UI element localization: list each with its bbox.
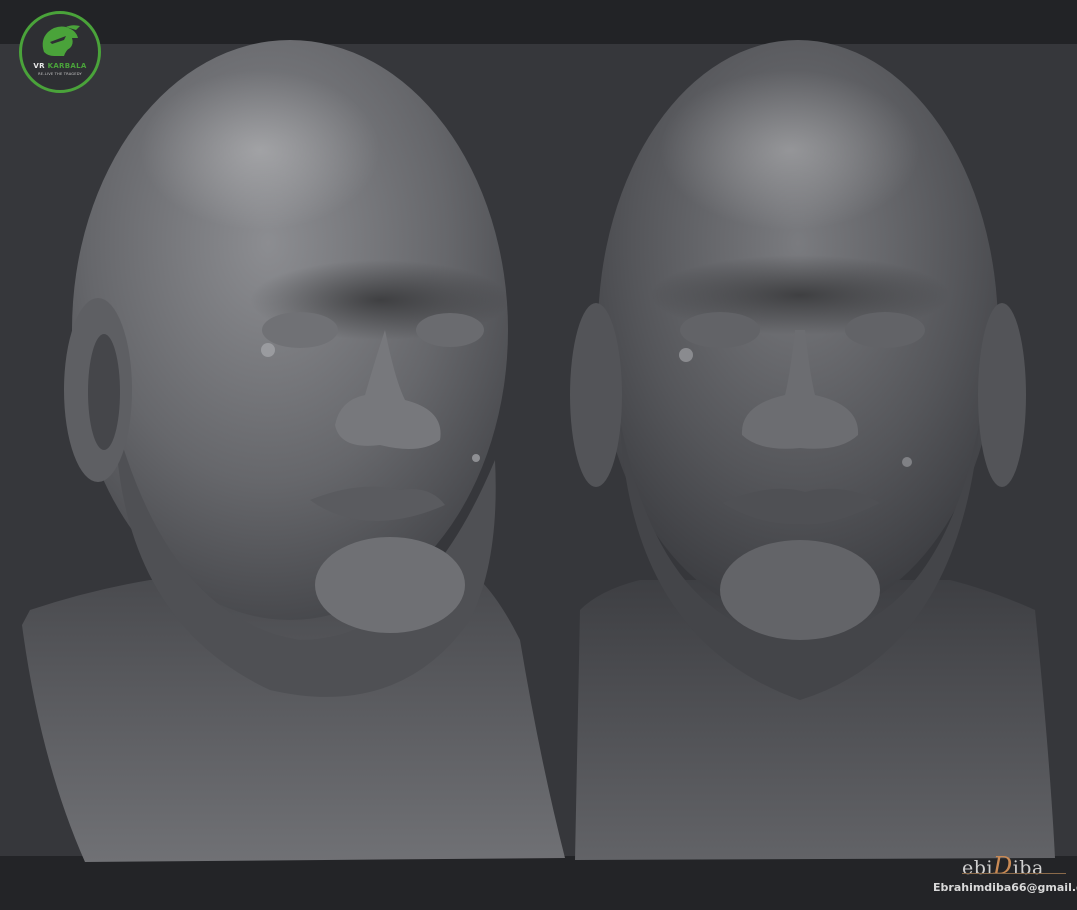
eye-right — [416, 313, 484, 347]
chin — [315, 537, 465, 633]
logo-tagline: RE-LIVE THE TRAGEDY — [38, 72, 82, 76]
eye-right — [845, 312, 925, 348]
vr-karbala-logo: VR KARBALA RE-LIVE THE TRAGEDY — [19, 11, 101, 93]
ear-inner — [88, 334, 120, 450]
mole-cheek — [902, 457, 912, 467]
neck-and-shoulders — [22, 580, 565, 862]
helmeted-warrior-icon — [42, 25, 80, 56]
signature-underline — [962, 873, 1066, 874]
scalp-highlight — [660, 70, 920, 230]
logo-wordmark: VR KARBALA — [33, 62, 87, 70]
chin — [720, 540, 880, 640]
mole-cheek — [472, 454, 480, 462]
bust-front — [570, 40, 1055, 860]
eye-left — [262, 312, 338, 348]
ear-right — [978, 303, 1026, 487]
artist-signature: ebiDiba — [962, 852, 1044, 880]
scalp-highlight — [140, 70, 380, 230]
eye-left — [680, 312, 760, 348]
mole-under-eye — [261, 343, 275, 357]
ear-left — [570, 303, 622, 487]
artist-email: Ebrahimdiba66@gmail.com — [933, 881, 1077, 894]
mole-under-eye — [679, 348, 693, 362]
sculpt-renders — [22, 40, 1055, 862]
bust-three-quarter — [22, 40, 565, 862]
